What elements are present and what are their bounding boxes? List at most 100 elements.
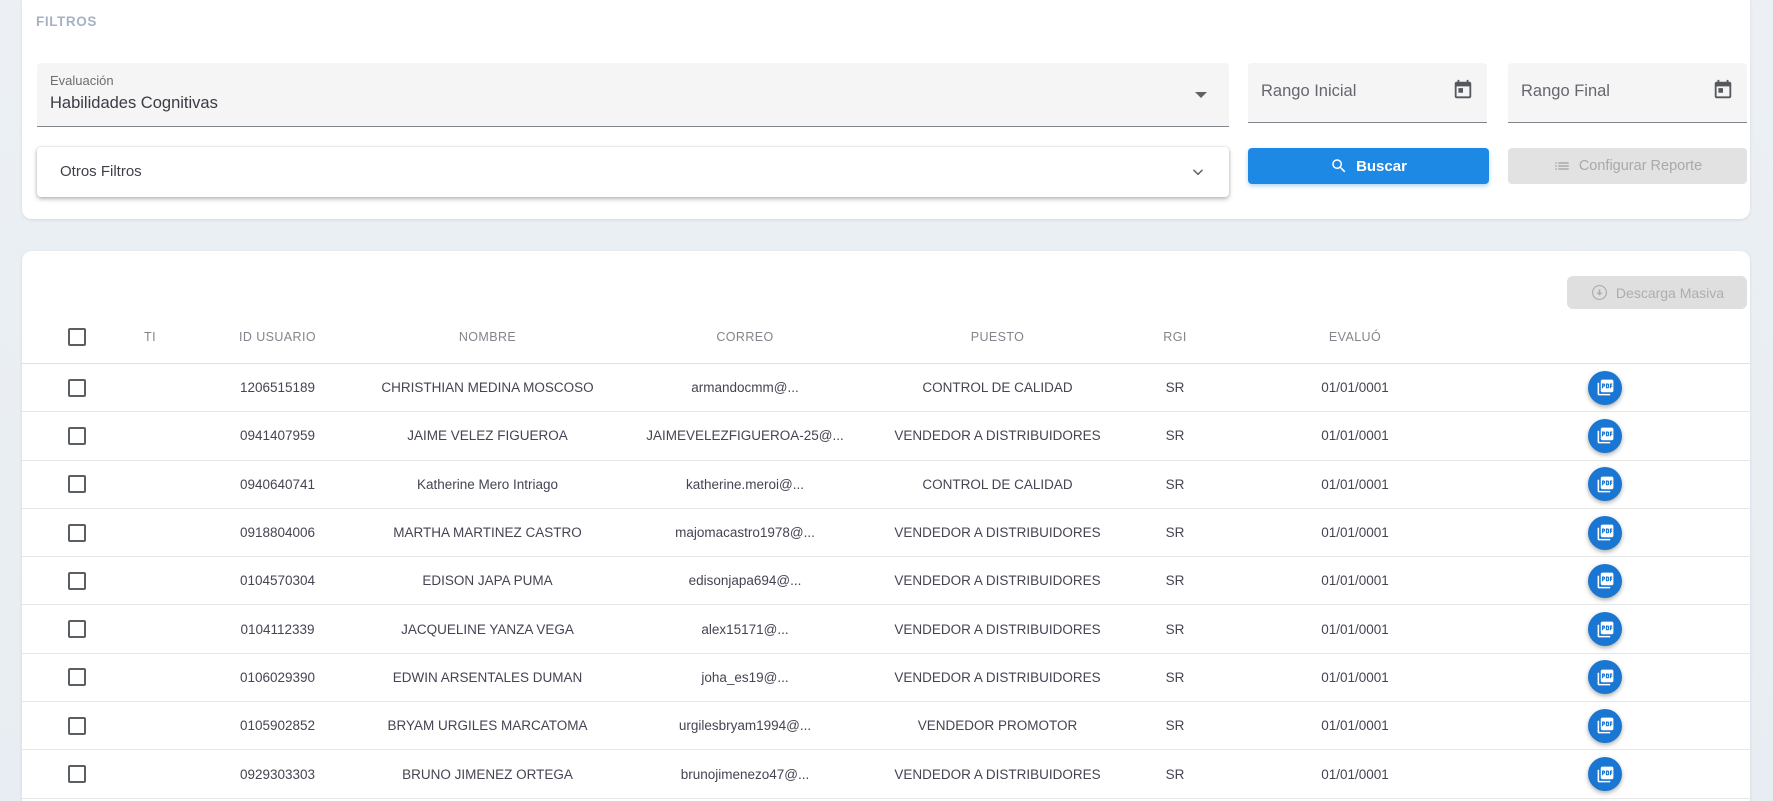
results-panel: Descarga Masiva TI ID USUARIO NOMBRE COR…	[22, 251, 1750, 801]
cell-nombre: MARTHA MARTINEZ CASTRO	[393, 525, 582, 541]
cell-puesto: VENDEDOR A DISTRIBUIDORES	[894, 573, 1101, 589]
cell-correo: alex15171@...	[701, 621, 789, 637]
cell-nombre: CHRISTHIAN MEDINA MOSCOSO	[381, 380, 594, 396]
cell-id-usuario: 0929303303	[239, 766, 316, 782]
cell-nombre: BRUNO JIMENEZ ORTEGA	[402, 766, 573, 782]
evaluacion-select[interactable]: Evaluación Habilidades Cognitivas	[37, 63, 1229, 127]
pdf-icon	[1596, 620, 1615, 639]
cell-puesto: VENDEDOR A DISTRIBUIDORES	[894, 669, 1101, 685]
buscar-button[interactable]: Buscar	[1248, 148, 1489, 184]
descarga-masiva-button[interactable]: Descarga Masiva	[1567, 276, 1747, 309]
cell-evaluo: 01/01/0001	[1321, 476, 1389, 492]
cell-puesto: CONTROL DE CALIDAD	[922, 476, 1073, 492]
column-header-nombre: NOMBRE	[458, 329, 517, 344]
pdf-icon	[1596, 765, 1615, 784]
table-row: 0104112339 JACQUELINE YANZA VEGA alex151…	[22, 605, 1750, 654]
cell-rgi: SR	[1165, 380, 1185, 396]
rango-inicial-placeholder: Rango Inicial	[1261, 82, 1357, 100]
cell-actions	[1475, 467, 1735, 502]
cell-puesto: VENDEDOR PROMOTOR	[917, 718, 1078, 734]
row-checkbox-cell	[22, 668, 110, 687]
cell-correo: majomacastro1978@...	[675, 525, 815, 541]
row-checkbox[interactable]	[68, 475, 86, 494]
cell-evaluo: 01/01/0001	[1321, 621, 1389, 637]
table-row: 0940640741 Katherine Mero Intriago kathe…	[22, 461, 1750, 509]
pdf-icon	[1596, 523, 1615, 542]
row-checkbox-cell	[22, 426, 110, 445]
row-checkbox[interactable]	[68, 426, 86, 445]
rango-inicial-datepicker[interactable]: Rango Inicial	[1248, 63, 1487, 123]
cell-puesto: VENDEDOR A DISTRIBUIDORES	[894, 525, 1101, 541]
cell-evaluo: 01/01/0001	[1321, 766, 1389, 782]
row-checkbox-cell	[22, 378, 110, 397]
calendar-icon[interactable]	[1712, 79, 1734, 101]
row-checkbox[interactable]	[68, 378, 86, 397]
calendar-icon[interactable]	[1452, 79, 1474, 101]
cell-rgi: SR	[1165, 573, 1185, 589]
row-checkbox-cell	[22, 523, 110, 542]
chevron-down-icon	[1191, 165, 1205, 179]
row-checkbox[interactable]	[68, 668, 86, 687]
pdf-report-button[interactable]	[1588, 370, 1622, 405]
cell-nombre: JAIME VELEZ FIGUEROA	[407, 428, 568, 444]
cell-evaluo: 01/01/0001	[1321, 380, 1389, 396]
cell-rgi: SR	[1165, 766, 1185, 782]
download-circle-icon	[1590, 283, 1609, 302]
cell-id-usuario: 0941407959	[239, 428, 316, 444]
cell-actions	[1475, 612, 1735, 647]
pdf-report-button[interactable]	[1588, 660, 1622, 695]
evaluacion-label: Evaluación	[50, 73, 114, 88]
select-all-checkbox[interactable]	[68, 327, 86, 346]
row-checkbox[interactable]	[68, 765, 86, 784]
cell-id-usuario: 0104570304	[239, 573, 316, 589]
pdf-icon	[1596, 426, 1615, 445]
cell-puesto: VENDEDOR A DISTRIBUIDORES	[894, 766, 1101, 782]
row-checkbox-cell	[22, 765, 110, 784]
pdf-report-button[interactable]	[1588, 563, 1622, 598]
table-row: 0941407959 JAIME VELEZ FIGUEROA JAIMEVEL…	[22, 412, 1750, 461]
row-checkbox-cell	[22, 716, 110, 735]
cell-actions	[1475, 515, 1735, 550]
column-header-puesto: PUESTO	[970, 329, 1025, 344]
cell-correo: edisonjapa694@...	[688, 573, 802, 589]
pdf-icon	[1596, 378, 1615, 397]
cell-correo: katherine.meroi@...	[686, 476, 804, 492]
row-checkbox[interactable]	[68, 571, 86, 590]
column-header-ti: TI	[144, 329, 156, 344]
cell-rgi: SR	[1165, 669, 1185, 685]
rango-final-placeholder: Rango Final	[1521, 82, 1610, 100]
row-checkbox[interactable]	[68, 620, 86, 639]
header-checkbox-cell	[22, 327, 110, 346]
table-header-row: TI ID USUARIO NOMBRE CORREO PUESTO RGI E…	[22, 310, 1750, 364]
cell-nombre: EDWIN ARSENTALES DUMAN	[392, 669, 583, 685]
pdf-report-button[interactable]	[1588, 708, 1622, 743]
cell-rgi: SR	[1165, 525, 1185, 541]
table-row: 0105902852 BRYAM URGILES MARCATOMA urgil…	[22, 702, 1750, 751]
pdf-report-button[interactable]	[1588, 418, 1622, 453]
cell-nombre: Katherine Mero Intriago	[416, 476, 559, 492]
column-header-rgi: RGI	[1163, 329, 1187, 344]
row-checkbox[interactable]	[68, 716, 86, 735]
cell-id-usuario: 0918804006	[239, 525, 316, 541]
column-header-correo: CORREO	[716, 329, 774, 344]
pdf-icon	[1596, 475, 1615, 494]
list-icon	[1553, 157, 1571, 175]
pdf-report-button[interactable]	[1588, 612, 1622, 647]
cell-id-usuario: 1206515189	[239, 380, 316, 396]
table-body: 1206515189 CHRISTHIAN MEDINA MOSCOSO arm…	[22, 364, 1750, 799]
configurar-reporte-button[interactable]: Configurar Reporte	[1508, 148, 1747, 184]
cell-actions	[1475, 563, 1735, 598]
pdf-report-button[interactable]	[1588, 467, 1622, 502]
pdf-report-button[interactable]	[1588, 757, 1622, 792]
cell-correo: JAIMEVELEZFIGUEROA-25@...	[646, 428, 844, 444]
pdf-report-button[interactable]	[1588, 515, 1622, 550]
cell-rgi: SR	[1165, 428, 1185, 444]
cell-id-usuario: 0105902852	[239, 718, 316, 734]
cell-puesto: CONTROL DE CALIDAD	[922, 380, 1073, 396]
row-checkbox[interactable]	[68, 523, 86, 542]
otros-filtros-label: Otros Filtros	[60, 163, 142, 180]
cell-rgi: SR	[1165, 621, 1185, 637]
cell-id-usuario: 0940640741	[239, 476, 316, 492]
otros-filtros-expander[interactable]: Otros Filtros	[37, 147, 1229, 197]
rango-final-datepicker[interactable]: Rango Final	[1508, 63, 1747, 123]
